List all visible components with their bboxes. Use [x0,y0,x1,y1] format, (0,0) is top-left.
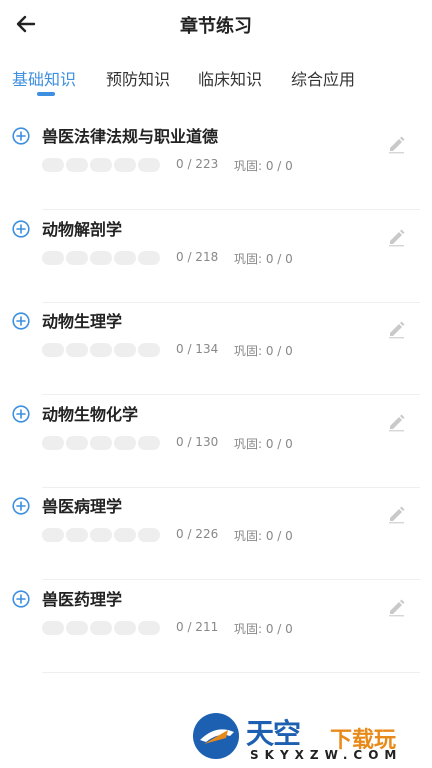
progress-segment [90,435,112,450]
progress-pills [42,250,160,265]
expand-button[interactable] [12,589,30,608]
practice-button[interactable] [386,134,406,154]
progress-segment [138,343,160,357]
plus-circle-icon [12,127,30,145]
consolidate-count: 巩固: 0 / 0 [234,159,293,173]
progress-pills [42,158,160,172]
progress-segment [114,528,136,542]
chapter-name: 动物生理学 [42,312,123,331]
chapter-name: 动物解剖学 [42,219,123,239]
progress-segment [42,528,64,542]
plus-circle-icon [12,312,30,330]
progress-segment [66,158,88,172]
progress-segment [42,620,64,635]
row-divider [42,671,420,673]
pencil-icon [389,136,405,154]
consolidate-count: 巩固: 0 / 0 [234,436,293,451]
progress-pills [42,343,160,357]
progress-segment [90,528,112,542]
watermark-domain: SKYXZW.COM [250,748,403,762]
progress-segment [114,435,136,450]
progress-segment [114,250,136,265]
page-title: 章节练习 [180,16,252,37]
progress-segment [66,435,88,450]
progress-segment [90,343,112,357]
chapter-name: 兽医法律法规与职业道德 [42,127,219,146]
progress-segment [114,158,136,172]
consolidate-count: 巩固: 0 / 0 [234,621,293,636]
practice-button[interactable] [386,227,406,247]
progress-segment [138,250,160,265]
progress-segment [138,620,160,635]
plus-circle-icon [12,404,30,423]
watermark-main-text: 天空 [246,717,301,750]
tab-basic-knowledge[interactable]: 基础知识 [12,66,76,90]
question-count: 0 / 211 [176,619,219,634]
progress-segment [42,158,64,172]
progress-segment [42,343,64,357]
active-tab-indicator [37,92,55,96]
consolidate-count: 巩固: 0 / 0 [234,529,293,543]
progress-segment [66,250,88,265]
chapter-item[interactable]: 兽医药理学 0 / 211 巩固: 0 / 0 [0,581,432,673]
question-count: 0 / 218 [176,249,219,264]
progress-pills [42,528,160,542]
chapter-item[interactable]: 兽医病理学 0 / 226 巩固: 0 / 0 [0,488,432,580]
progress-segment [90,158,112,172]
progress-segment [114,343,136,357]
chapter-name: 动物生物化学 [42,404,139,424]
tab-comprehensive-application[interactable]: 综合应用 [291,66,355,90]
plus-circle-icon [12,219,30,238]
progress-segment [42,250,64,265]
practice-button[interactable] [386,412,406,432]
site-logo [193,713,239,759]
practice-button[interactable] [386,597,406,617]
progress-segment [66,620,88,635]
expand-button[interactable] [12,497,30,515]
progress-segment [90,250,112,265]
progress-segment [138,528,160,542]
pencil-icon [389,599,405,616]
practice-button[interactable] [386,319,406,339]
chapter-item[interactable]: 动物解剖学 0 / 218 巩固: 0 / 0 [0,211,432,303]
progress-segment [66,343,88,357]
chapter-name: 兽医病理学 [42,497,123,516]
progress-segment [114,620,136,635]
pencil-icon [389,321,405,339]
question-count: 0 / 134 [176,342,219,356]
plus-circle-icon [12,589,30,608]
question-count: 0 / 130 [176,434,219,449]
expand-button[interactable] [12,404,30,423]
chapter-item[interactable]: 动物生理学 0 / 134 巩固: 0 / 0 [0,303,432,395]
tab-prevention-knowledge[interactable]: 预防知识 [106,66,170,90]
question-count: 0 / 223 [176,157,219,171]
expand-button[interactable] [12,127,30,145]
progress-segment [42,435,64,450]
pencil-icon [389,506,405,524]
progress-segment [138,435,160,450]
progress-segment [90,620,112,635]
progress-pills [42,620,160,635]
pencil-icon [389,229,405,246]
progress-pills [42,435,160,450]
top-bar: 章节练习 [0,0,432,50]
consolidate-count: 巩固: 0 / 0 [234,251,293,266]
expand-button[interactable] [12,312,30,330]
progress-segment [66,528,88,542]
chapter-item[interactable]: 动物生物化学 0 / 130 巩固: 0 / 0 [0,396,432,488]
tab-clinical-knowledge[interactable]: 临床知识 [198,66,262,90]
tab-bar: 基础知识 预防知识 临床知识 综合应用 [0,60,432,100]
progress-segment [138,158,160,172]
consolidate-count: 巩固: 0 / 0 [234,344,293,358]
pencil-icon [389,414,405,431]
chapter-item[interactable]: 兽医法律法规与职业道德 0 / 223 巩固: 0 / 0 [0,118,432,210]
watermark: 天空 下载玩 SKYXZW.COM [190,708,432,768]
practice-button[interactable] [386,504,406,524]
chapter-name: 兽医药理学 [42,589,123,609]
question-count: 0 / 226 [176,527,219,541]
expand-button[interactable] [12,219,30,238]
plus-circle-icon [12,497,30,515]
